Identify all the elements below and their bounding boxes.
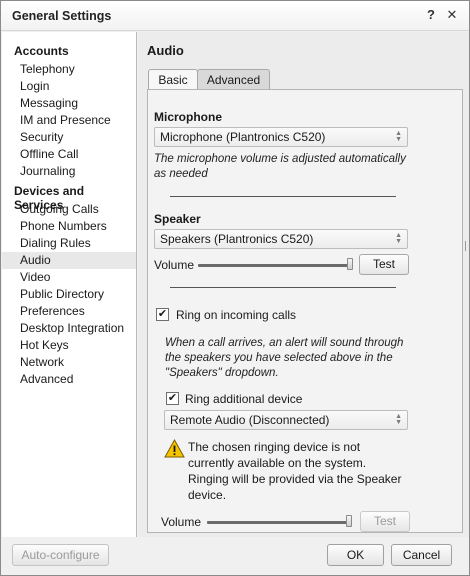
- microphone-device-value: Microphone (Plantronics C520): [160, 130, 326, 144]
- sidebar-item-preferences[interactable]: Preferences: [2, 303, 136, 320]
- sidebar-item-public-directory[interactable]: Public Directory: [2, 286, 136, 303]
- splitter-grip[interactable]: [465, 241, 468, 251]
- ringing-device-warning: The chosen ringing device is not current…: [188, 440, 402, 502]
- additional-device-select[interactable]: Remote Audio (Disconnected) ▲ ▼: [164, 410, 408, 430]
- audio-settings-pane: Audio Basic Advanced Microphone Micropho…: [138, 32, 469, 537]
- speaker-heading: Speaker: [154, 212, 201, 226]
- tab-basic[interactable]: Basic: [148, 69, 198, 90]
- sidebar-item-hot-keys[interactable]: Hot Keys: [2, 337, 136, 354]
- page-title: Audio: [147, 43, 184, 58]
- ring-volume-label: Volume: [161, 515, 202, 529]
- sidebar-item-login[interactable]: Login: [2, 78, 136, 95]
- select-arrows-icon: ▲ ▼: [395, 232, 402, 245]
- ring-incoming-note: When a call arrives, an alert will sound…: [165, 337, 404, 379]
- microphone-device-select[interactable]: Microphone (Plantronics C520) ▲ ▼: [154, 127, 408, 147]
- close-icon[interactable]: ✕: [443, 6, 461, 24]
- ring-volume-slider-thumb[interactable]: [346, 515, 352, 527]
- ring-incoming-label: Ring on incoming calls: [176, 308, 297, 322]
- select-arrows-icon: ▲ ▼: [395, 130, 402, 143]
- ring-additional-label: Ring additional device: [185, 392, 303, 406]
- sidebar-item-audio[interactable]: Audio: [2, 252, 136, 269]
- speaker-volume-slider-thumb[interactable]: [347, 258, 353, 270]
- cancel-button[interactable]: Cancel: [391, 544, 452, 566]
- select-arrows-icon: ▲ ▼: [395, 413, 402, 426]
- sidebar-item-desktop-integration[interactable]: Desktop Integration: [2, 320, 136, 337]
- speaker-volume-track[interactable]: [198, 264, 350, 267]
- sidebar-item-security[interactable]: Security: [2, 129, 136, 146]
- section-divider: [170, 196, 396, 197]
- tab-advanced[interactable]: Advanced: [197, 69, 270, 90]
- speaker-device-value: Speakers (Plantronics C520): [160, 232, 314, 246]
- speaker-test-button[interactable]: Test: [359, 254, 409, 275]
- general-settings-window: General Settings ? ✕ Accounts Telephony …: [0, 0, 470, 576]
- sidebar-item-video[interactable]: Video: [2, 269, 136, 286]
- speaker-volume-label: Volume: [154, 258, 195, 272]
- ring-incoming-checkbox[interactable]: ✔: [156, 308, 169, 321]
- sidebar-item-telephony[interactable]: Telephony: [2, 61, 136, 78]
- ring-volume-track[interactable]: [207, 521, 349, 524]
- sidebar-section-accounts: Accounts: [14, 44, 69, 58]
- sidebar-item-messaging[interactable]: Messaging: [2, 95, 136, 112]
- section-divider: [170, 287, 396, 288]
- sidebar-item-phone-numbers[interactable]: Phone Numbers: [2, 218, 136, 235]
- microphone-heading: Microphone: [154, 110, 222, 124]
- sidebar-item-advanced[interactable]: Advanced: [2, 371, 136, 388]
- settings-sidebar: Accounts Telephony Login Messaging IM an…: [2, 32, 137, 537]
- additional-device-value: Remote Audio (Disconnected): [170, 413, 330, 427]
- auto-configure-button[interactable]: Auto-configure: [12, 544, 109, 566]
- ring-additional-checkbox[interactable]: ✔: [166, 392, 179, 405]
- speaker-device-select[interactable]: Speakers (Plantronics C520) ▲ ▼: [154, 229, 408, 249]
- help-icon[interactable]: ?: [422, 6, 440, 24]
- warning-icon: [164, 439, 185, 458]
- sidebar-item-im-presence[interactable]: IM and Presence: [2, 112, 136, 129]
- advanced-tab-panel: Microphone Microphone (Plantronics C520)…: [147, 89, 463, 533]
- microphone-note: The microphone volume is adjusted automa…: [154, 153, 406, 180]
- sidebar-item-offline-call-journaling[interactable]: Offline Call Journaling: [2, 146, 136, 178]
- ok-button[interactable]: OK: [327, 544, 384, 566]
- title-bar: General Settings ? ✕: [1, 1, 469, 31]
- sidebar-item-dialing-rules[interactable]: Dialing Rules: [2, 235, 136, 252]
- sidebar-item-network[interactable]: Network: [2, 354, 136, 371]
- window-title: General Settings: [12, 9, 112, 23]
- sidebar-item-outgoing-calls[interactable]: Outgoing Calls: [2, 201, 136, 218]
- ring-test-button[interactable]: Test: [360, 511, 410, 532]
